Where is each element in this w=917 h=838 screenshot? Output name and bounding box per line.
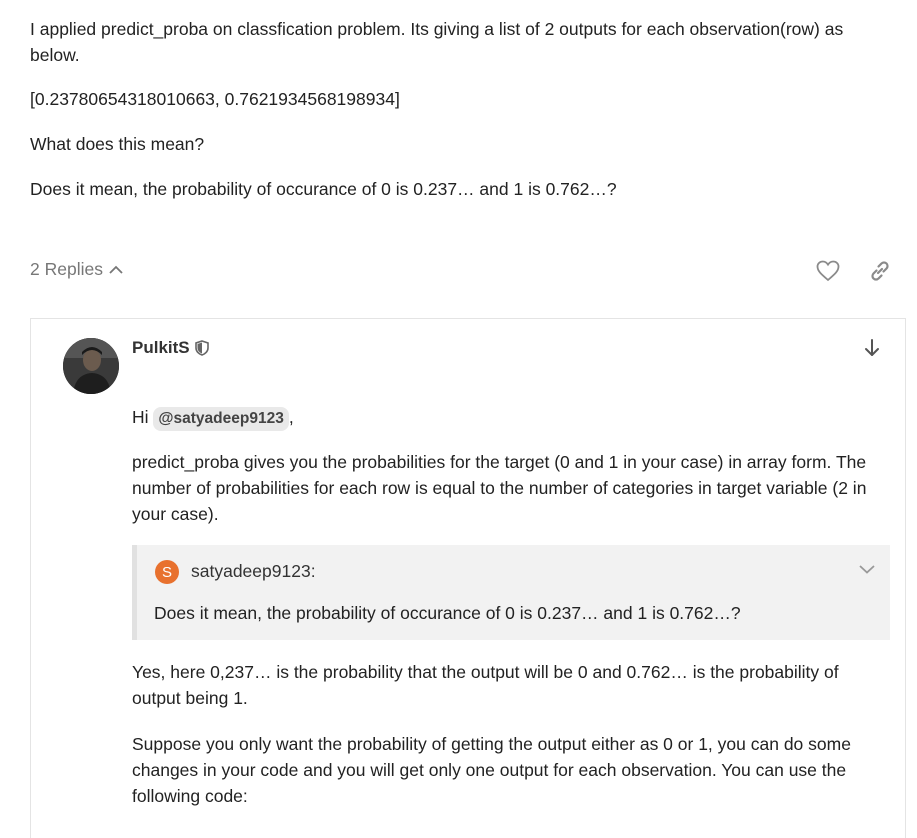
expand-quote-button[interactable] xyxy=(856,558,878,580)
reply-author[interactable]: PulkitS xyxy=(132,338,209,358)
quote-avatar[interactable]: S xyxy=(155,560,179,584)
greeting-prefix: Hi xyxy=(132,407,149,427)
reply-paragraph-1: predict_proba gives you the probabilitie… xyxy=(132,452,867,524)
chevron-up-icon xyxy=(109,265,123,274)
greeting-suffix: , xyxy=(288,407,294,427)
shield-icon xyxy=(194,340,209,356)
question-paragraph-3: What does this mean? xyxy=(30,134,205,154)
like-button[interactable] xyxy=(815,258,841,284)
reply-greeting: Hi @satyadeep9123, xyxy=(132,404,892,431)
replies-count-label: 2 Replies xyxy=(30,259,103,279)
share-link-button[interactable] xyxy=(867,258,893,284)
quote-author[interactable]: satyadeep9123: xyxy=(191,561,316,582)
reply-paragraph-2: Yes, here 0,237… is the probability that… xyxy=(132,662,839,708)
jump-down-button[interactable] xyxy=(860,336,884,360)
avatar[interactable] xyxy=(63,338,119,394)
replies-toggle-button[interactable]: 2 Replies xyxy=(30,259,123,280)
question-paragraph-1: I applied predict_proba on classfication… xyxy=(30,19,844,65)
reply-author-name: PulkitS xyxy=(132,338,190,357)
reply-paragraph-3: Suppose you only want the probability of… xyxy=(132,734,851,806)
question-paragraph-4: Does it mean, the probability of occuran… xyxy=(30,179,617,199)
chevron-down-icon xyxy=(859,565,875,574)
quote-text: Does it mean, the probability of occuran… xyxy=(154,603,741,623)
user-photo-icon xyxy=(63,338,119,394)
user-mention-link[interactable]: @satyadeep9123 xyxy=(153,407,289,431)
question-array-output: [0.23780654318010663, 0.7621934568198934… xyxy=(30,89,400,109)
heart-icon xyxy=(816,260,840,282)
link-icon xyxy=(871,261,889,281)
arrow-down-icon xyxy=(865,339,879,356)
